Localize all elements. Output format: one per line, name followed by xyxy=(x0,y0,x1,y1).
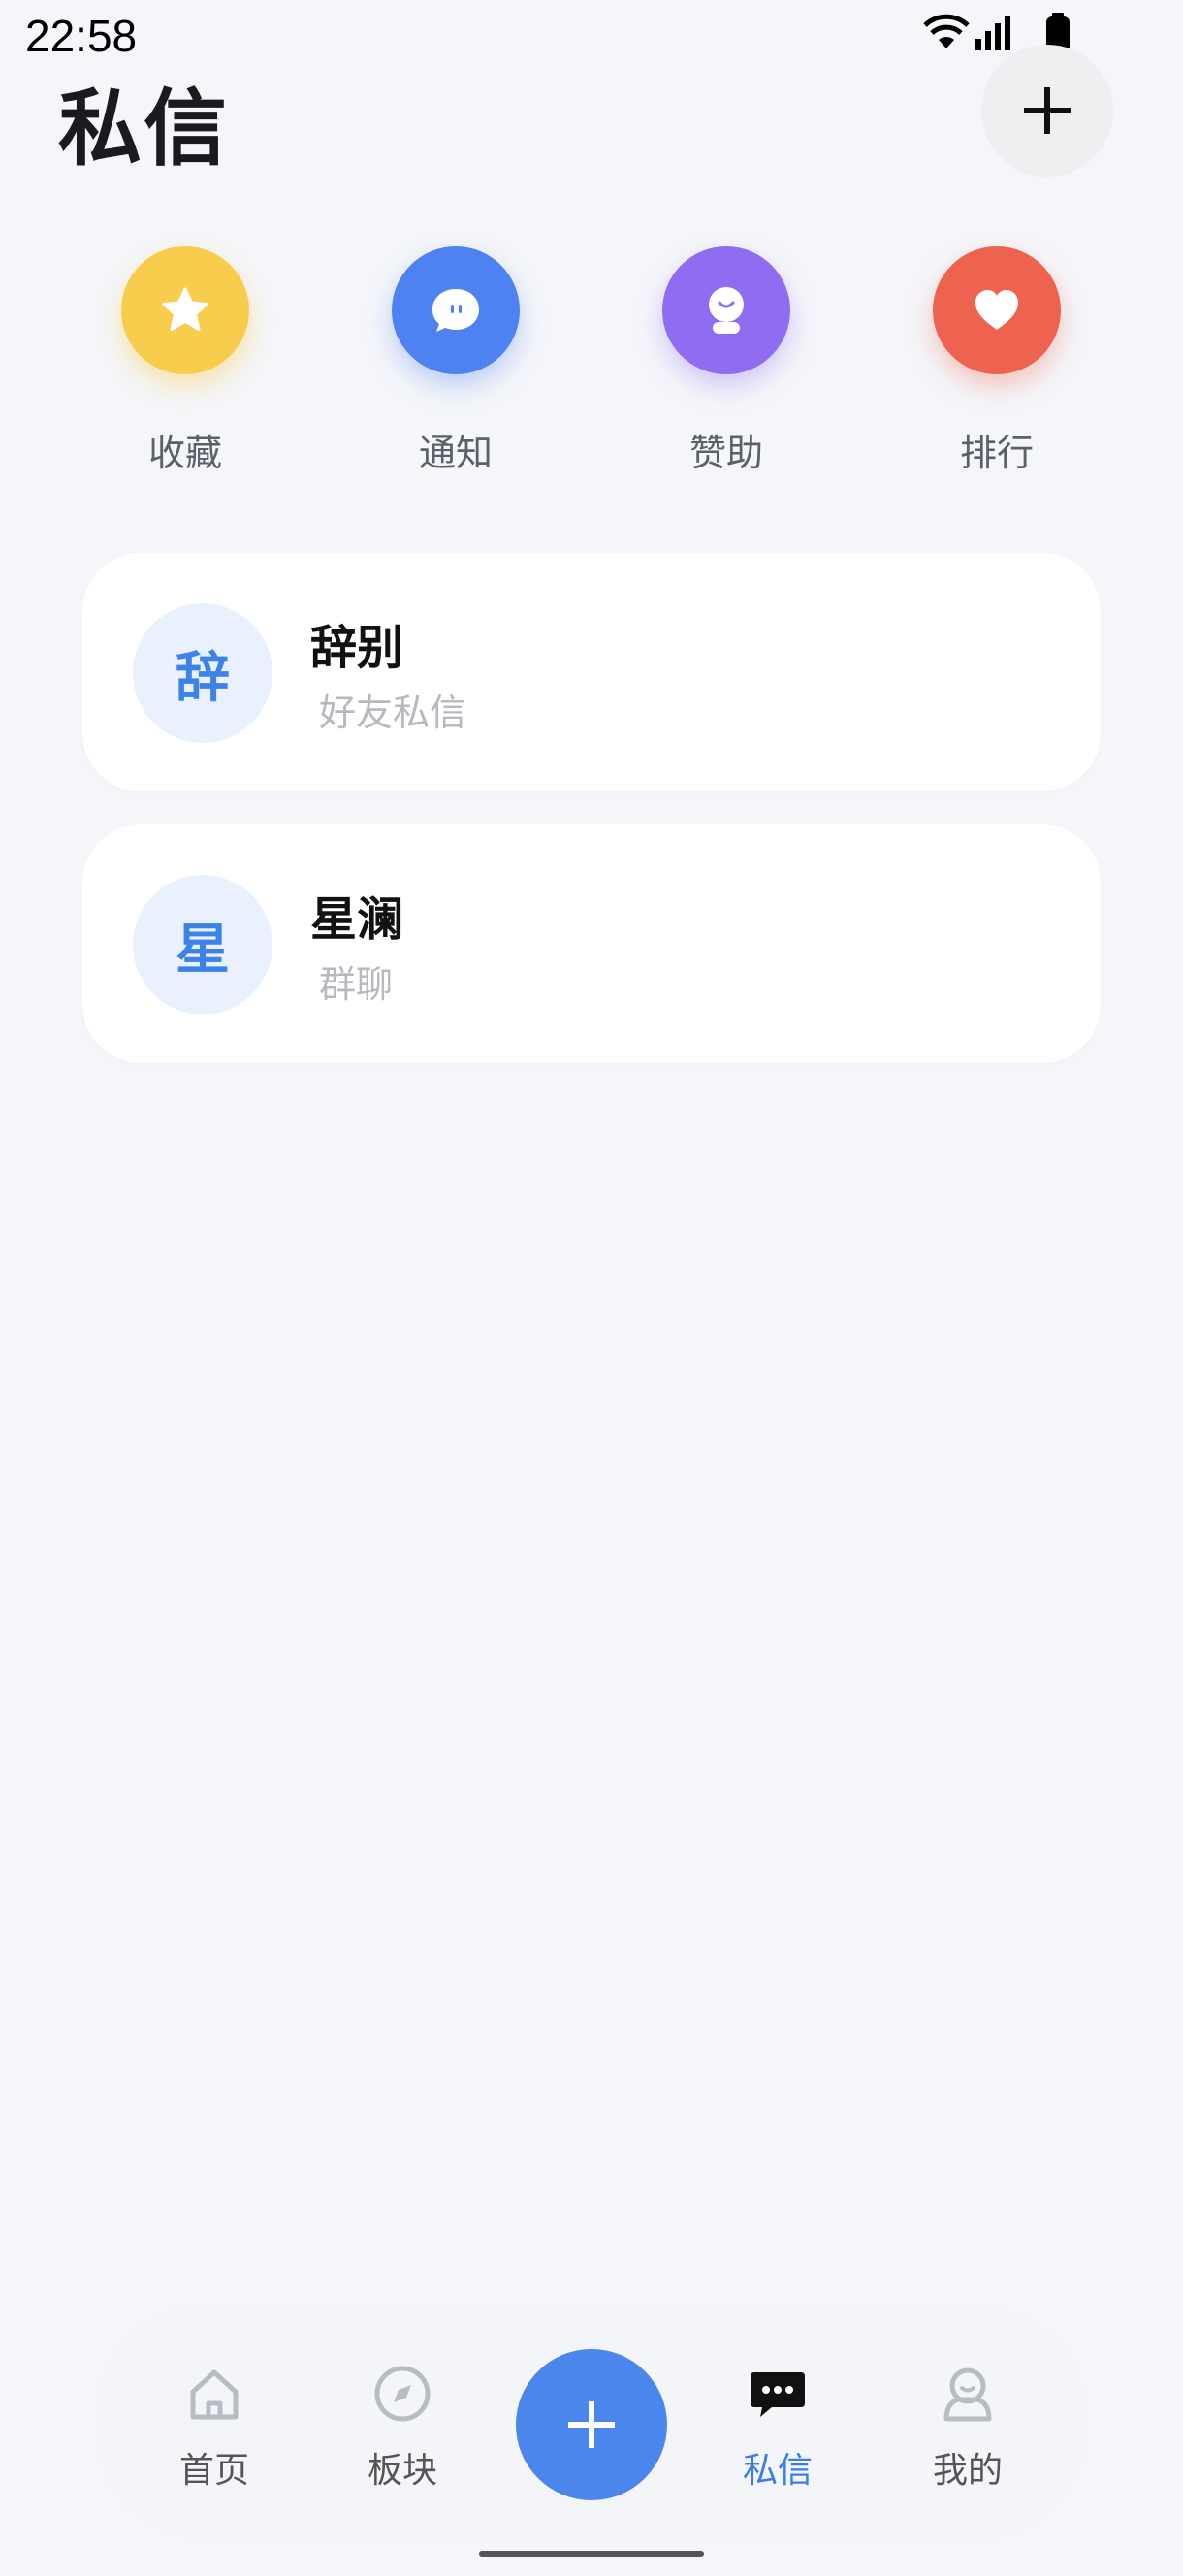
compose-fab-button[interactable] xyxy=(516,2349,667,2500)
chat-bubble-icon xyxy=(432,289,479,332)
conversation-subtitle: 群聊 xyxy=(319,963,394,1006)
quick-action-ranking[interactable]: 排行 xyxy=(890,242,1103,485)
star-icon xyxy=(162,287,208,331)
heart-icon xyxy=(975,290,1018,330)
avatar: 辞 xyxy=(133,603,272,743)
nav-label-boards: 板块 xyxy=(367,2451,437,2491)
home-indicator[interactable] xyxy=(479,2551,704,2557)
ranking-circle xyxy=(933,246,1061,374)
plus-icon xyxy=(568,2401,615,2448)
status-time: 22:58 xyxy=(25,11,138,61)
conversation-item[interactable]: 星 星澜 群聊 xyxy=(82,824,1101,1063)
nav-item-profile[interactable]: 我的 xyxy=(890,2363,1045,2498)
sponsor-label: 赞助 xyxy=(688,432,763,474)
quick-action-notifications[interactable]: 通知 xyxy=(349,242,562,485)
new-message-button[interactable] xyxy=(981,45,1113,177)
favorites-label: 收藏 xyxy=(147,432,222,474)
notifications-label: 通知 xyxy=(418,432,493,474)
profile-icon xyxy=(943,2367,992,2422)
compass-icon xyxy=(374,2366,431,2422)
ranking-label: 排行 xyxy=(959,432,1034,474)
nav-item-boards[interactable]: 板块 xyxy=(325,2363,480,2498)
nav-label-profile: 我的 xyxy=(932,2451,1003,2491)
conversation-subtitle: 好友私信 xyxy=(319,692,467,734)
message-icon xyxy=(751,2372,805,2417)
signal-icon xyxy=(975,16,1010,50)
conversation-item[interactable]: 辞 辞别 好友私信 xyxy=(82,553,1101,791)
nav-label-messages: 私信 xyxy=(742,2451,813,2491)
favorites-circle xyxy=(121,246,249,374)
quick-action-favorites[interactable]: 收藏 xyxy=(79,242,292,485)
quick-action-sponsor[interactable]: 赞助 xyxy=(620,242,833,485)
home-icon xyxy=(190,2369,239,2420)
quick-actions: 收藏 通知 赞助 排行 xyxy=(0,242,1183,485)
conversation-name: 星澜 xyxy=(310,892,404,947)
wifi-icon xyxy=(923,14,970,48)
sponsor-circle xyxy=(662,246,790,374)
nav-label-home: 首页 xyxy=(178,2451,249,2491)
plus-icon xyxy=(1024,87,1071,134)
notifications-circle xyxy=(392,246,520,374)
page-title: 私信 xyxy=(58,80,229,177)
nav-item-messages[interactable]: 私信 xyxy=(700,2363,855,2498)
nav-item-home[interactable]: 首页 xyxy=(137,2363,292,2498)
avatar: 星 xyxy=(133,875,272,1014)
sponsor-icon xyxy=(709,287,744,334)
conversation-name: 辞别 xyxy=(310,621,404,675)
